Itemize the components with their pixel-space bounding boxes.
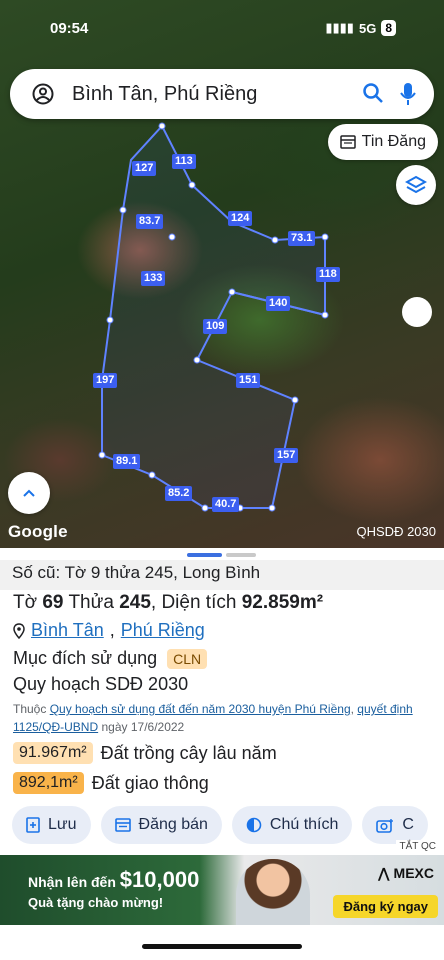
edge-label: 85.2 — [165, 486, 193, 501]
edge-label: 124 — [228, 211, 253, 226]
account-icon[interactable] — [32, 83, 54, 105]
edge-label: 109 — [203, 319, 228, 334]
ad-subline: Quà tặng chào mừng! — [28, 895, 164, 910]
battery-icon: 8 — [381, 20, 396, 36]
home-indicator[interactable] — [142, 944, 302, 949]
plan-link[interactable]: Quy hoạch sử dụng đất đến năm 2030 huyện… — [50, 702, 351, 716]
search-icon[interactable] — [362, 82, 384, 104]
expand-up-button[interactable] — [8, 472, 50, 514]
edge-label: 151 — [236, 373, 261, 388]
plan-title: Quy hoạch SDĐ 2030 — [13, 674, 189, 694]
old-info-row: Số cũ: Tờ 9 thửa 245, Long Bình — [0, 560, 444, 590]
ad-amount: $10,000 — [119, 867, 200, 892]
edge-label: 127 — [132, 161, 157, 176]
parcel-area: 92.859m² — [241, 592, 324, 613]
signal-icon: ▮▮▮▮ — [325, 20, 354, 35]
ad-banner[interactable]: Nhận lên đến $10,000 Quà tặng chào mừng!… — [0, 855, 444, 925]
ad-person-image — [236, 859, 310, 925]
search-bar[interactable]: Bình Tân, Phú Riềng — [10, 69, 434, 119]
area-label: Đất trồng cây lâu năm — [100, 742, 277, 763]
close-ad-button[interactable]: TẮT QC — [395, 840, 440, 853]
ad-cta-button[interactable]: Đăng ký ngay — [333, 895, 438, 918]
parcel-title: Tờ 69 Thửa 245, Diện tích 92.859m² — [13, 592, 324, 613]
purpose-line: Mục đích sử dụng CLN — [13, 648, 208, 669]
district-link[interactable]: Phú Riềng — [121, 620, 205, 641]
purpose-badge: CLN — [167, 648, 208, 669]
map-side-handle[interactable] — [402, 297, 432, 327]
brand-logo-icon: ⋀ — [377, 865, 390, 881]
area-value: 892,1m² — [13, 772, 84, 794]
sheet-number: 69 — [42, 592, 64, 613]
layers-button[interactable] — [396, 165, 436, 205]
old-info-text: Số cũ: Tờ 9 thửa 245, Long Bình — [12, 563, 261, 582]
parcel-number: 245 — [119, 592, 151, 613]
layer-label: QHSDĐ 2030 — [356, 524, 436, 539]
edge-label: 140 — [266, 296, 291, 311]
area-row-traffic: 892,1m² Đất giao thông — [13, 772, 209, 794]
camera-icon — [376, 819, 394, 833]
layers-icon — [405, 175, 427, 194]
ad-brand: ⋀ MEXC — [377, 865, 434, 881]
search-input[interactable]: Bình Tân, Phú Riềng — [72, 83, 257, 106]
area-row-perennial: 91.967m² Đất trồng cây lâu năm — [13, 742, 277, 764]
tin-dang-button[interactable]: Tin Đăng — [327, 124, 438, 160]
bookmark-add-icon — [26, 817, 40, 833]
listing-icon — [114, 818, 131, 832]
save-button[interactable]: Lưu — [12, 806, 91, 844]
edge-label: 89.1 — [113, 454, 141, 469]
post-sale-button[interactable]: Đăng bán — [100, 806, 222, 844]
parcel-info-sheet: Số cũ: Tờ 9 thửa 245, Long Bình Tờ 69 Th… — [0, 548, 444, 855]
status-time: 09:54 — [50, 20, 89, 37]
satellite-map[interactable]: 127 113 124 73.1 118 83.7 133 140 109 15… — [0, 0, 444, 548]
network-label: 5G — [358, 20, 377, 36]
edge-label: 157 — [274, 448, 299, 463]
commune-link[interactable]: Bình Tân — [31, 620, 104, 641]
camera-button[interactable]: C — [362, 806, 428, 844]
location-line: Bình Tân, Phú Riềng — [13, 620, 205, 641]
chevron-up-icon — [23, 489, 35, 497]
edge-label: 40.7 — [212, 497, 240, 512]
plan-note: Thuộc Quy hoạch sử dụng đất đến năm 2030… — [13, 702, 413, 734]
legend-button[interactable]: Chú thích — [231, 806, 353, 844]
action-row: Lưu Đăng bán Chú thích C — [12, 806, 428, 844]
edge-label: 133 — [141, 271, 166, 286]
area-value: 91.967m² — [13, 742, 93, 764]
google-logo: Google — [8, 522, 68, 541]
location-pin-icon — [13, 622, 25, 639]
tin-dang-label: Tin Đăng — [361, 133, 426, 150]
listing-icon — [339, 135, 356, 149]
sheet-handle[interactable] — [187, 553, 256, 557]
edge-label: 197 — [93, 373, 118, 388]
status-bar: 09:54 ▮▮▮▮ 5G 8 — [0, 18, 444, 42]
ad-headline: Nhận lên đến $10,000 — [28, 867, 200, 892]
edge-label: 73.1 — [288, 231, 316, 246]
edge-label: 83.7 — [136, 214, 164, 229]
contrast-icon — [246, 817, 262, 833]
microphone-icon[interactable] — [398, 81, 418, 107]
edge-label: 113 — [172, 154, 196, 169]
edge-label: 118 — [316, 267, 340, 282]
area-label: Đất giao thông — [91, 772, 209, 793]
